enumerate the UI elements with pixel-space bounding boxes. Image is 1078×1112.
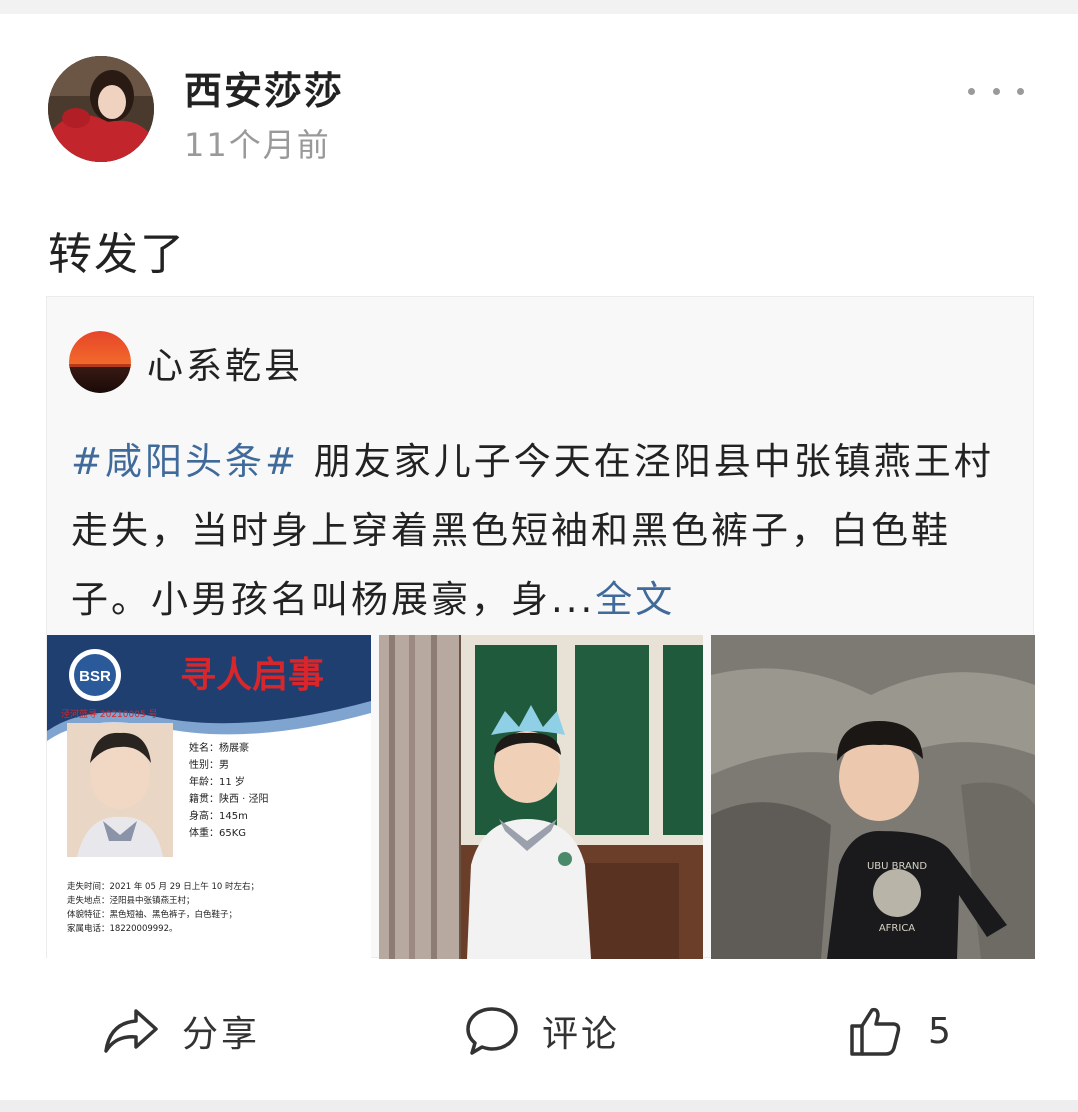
boy-rock-photo[interactable]: UBU BRAND AFRICA: [711, 635, 1035, 959]
poster-field: 年龄：11 岁: [189, 775, 245, 788]
poster-field: 体重：65KG: [189, 826, 246, 839]
poster-field: 籍贯：陕西 · 泾阳: [189, 792, 269, 805]
repost-card[interactable]: 心系乾县 #咸阳头条# 朋友家儿子今天在泾阳县中张镇燕王村走失，当时身上穿着黑色…: [46, 296, 1035, 959]
poster-detail: 体貌特征：黑色短袖、黑色裤子，白色鞋子；: [67, 909, 237, 920]
share-arrow-icon: [104, 1009, 158, 1053]
photo-grid: BSR 寻人启事 泾河蓝寻 20210005 号 姓名：杨展豪 性别：男 年龄：…: [47, 635, 1035, 959]
svg-text:AFRICA: AFRICA: [879, 923, 915, 934]
poster-case-number: 泾河蓝寻 20210005 号: [61, 708, 158, 720]
thumbs-up-icon: [850, 1007, 901, 1056]
author-avatar[interactable]: [48, 56, 154, 162]
source-name[interactable]: 心系乾县: [147, 337, 303, 389]
post-timestamp: 11个月前: [184, 126, 331, 164]
share-label: 分享: [182, 1014, 261, 1055]
comment-label: 评论: [542, 1014, 621, 1055]
poster-field: 身高：145m: [189, 809, 248, 822]
more-dots-icon[interactable]: [968, 76, 1024, 106]
post-text: 转发了: [48, 229, 186, 280]
speech-bubble-icon: [466, 1007, 518, 1055]
source-avatar[interactable]: [69, 331, 131, 393]
poster-field: 姓名：杨展豪: [189, 741, 249, 754]
full-text-link[interactable]: 全文: [595, 578, 675, 621]
poster-logo: BSR: [79, 668, 111, 685]
missing-person-poster-image[interactable]: BSR 寻人启事 泾河蓝寻 20210005 号 姓名：杨展豪 性别：男 年龄：…: [47, 635, 371, 959]
comment-button[interactable]: 评论: [464, 996, 620, 1066]
author-name[interactable]: 西安莎莎: [184, 60, 344, 115]
boy-birthday-photo[interactable]: [379, 635, 703, 959]
poster-detail: 走失时间：2021 年 05 月 29 日上午 10 时左右；: [67, 881, 259, 892]
poster-title: 寻人启事: [180, 655, 324, 696]
like-count: 5: [928, 1010, 954, 1052]
bottom-divider: [0, 1100, 1078, 1112]
poster-field: 性别：男: [189, 758, 229, 771]
share-button[interactable]: 分享: [102, 996, 260, 1066]
repost-text: #咸阳头条# 朋友家儿子今天在泾阳县中张镇燕王村走失，当时身上穿着黑色短袖和黑色…: [71, 427, 1001, 634]
post-card: 西安莎莎 11个月前 转发了 心系乾县 #咸阳头条# 朋友家儿子今天在泾阳县中张…: [0, 14, 1078, 1100]
svg-text:UBU BRAND: UBU BRAND: [867, 861, 927, 872]
poster-detail: 家属电话：18220009992。: [67, 923, 178, 934]
poster-detail: 走失地点：泾阳县中张镇燕王村；: [67, 895, 195, 906]
like-button[interactable]: 5: [848, 996, 954, 1066]
hashtag-link[interactable]: #咸阳头条#: [71, 440, 299, 483]
